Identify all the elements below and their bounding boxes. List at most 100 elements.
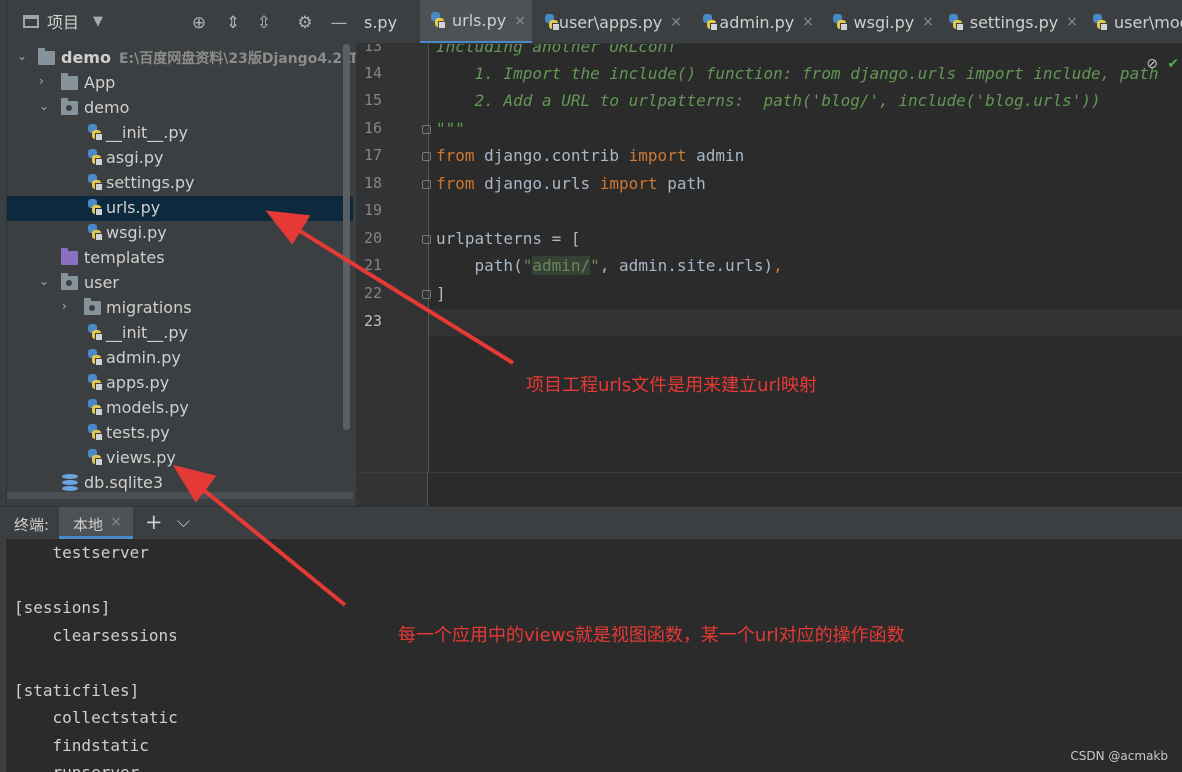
close-icon[interactable]: × [110,514,122,530]
tree-vertical-scrollbar[interactable] [343,44,350,430]
code-text: django.urls [474,174,600,193]
chevron-right-icon[interactable]: › [39,74,51,88]
folder-icon [38,48,55,65]
locate-icon[interactable]: ⊕ [190,14,208,32]
hide-icon[interactable]: — [330,14,348,32]
tree-item-file[interactable]: wsgi.py [7,221,353,246]
close-icon[interactable]: × [802,14,814,30]
string-literal: " [522,256,533,275]
code-text: django.contrib [474,146,629,165]
tree-item-templates[interactable]: templates [7,246,353,271]
code-editor[interactable]: 13 Including another URLconf 14 1. Impor… [356,44,1182,472]
code-line: 22 ] [356,281,1182,308]
tab-wsgi-py[interactable]: wsgi.py × [822,0,934,43]
project-path: E:\百度网盘资料\23版Django4.2LTS [118,51,369,67]
code-text: 1. Import the include() function: from d… [436,64,1159,83]
tab-label: settings.py [969,12,1059,32]
tree-item-app[interactable]: › App [7,71,353,96]
line-number: 21 [363,256,382,274]
annotation-views: 每一个应用中的views就是视图函数，某一个url对应的操作函数 [398,625,905,646]
python-file-icon [87,324,103,341]
tab-user-apps-py[interactable]: user\apps.py × [534,0,682,43]
fold-icon[interactable] [422,125,431,134]
string-literal: admin/ [532,256,591,275]
close-icon[interactable]: × [514,13,526,29]
keyword: import [599,174,658,193]
terminal-line: [staticfiles] [14,681,140,700]
chevron-right-icon[interactable]: › [62,299,74,313]
tree-item-file[interactable]: apps.py [7,371,353,396]
tab-urls-py[interactable]: urls.py × [420,0,532,43]
python-file-icon [87,374,103,391]
collapse-all-icon[interactable]: ⇳ [255,14,273,32]
tree-item-label: user [84,273,119,292]
chevron-down-icon[interactable]: ⌄ [39,274,51,288]
tree-item-file[interactable]: asgi.py [7,146,353,171]
tab-label: user\apps.py [558,12,663,32]
fold-icon[interactable] [422,152,431,161]
close-icon[interactable]: × [670,14,682,30]
tab-admin-py[interactable]: admin.py × [692,0,814,43]
code-text: ] [436,284,446,303]
python-file-icon [87,149,103,166]
terminal-output[interactable]: testserver [sessions] clearsessions [sta… [0,539,1182,772]
code-text: admin [686,146,745,165]
expand-all-icon[interactable]: ⇕ [224,14,242,32]
line-number: 19 [363,201,382,219]
check-icon[interactable]: ✔ [1167,56,1179,72]
chevron-down-icon[interactable]: ▼ [93,14,103,29]
tree-item-label: demo [61,48,111,67]
tree-item-label: views.py [106,448,176,467]
tree-item-demo[interactable]: ⌄ demo [7,96,353,121]
code-text: path( [436,256,523,275]
terminal-tab-local[interactable]: 本地 × [59,507,133,539]
tree-item-file[interactable]: settings.py [7,171,353,196]
python-file-icon [544,13,560,31]
tree-item-file[interactable]: views.py [7,446,353,471]
fold-icon[interactable] [422,180,431,189]
tree-item-label: wsgi.py [106,223,167,242]
tree-item-label: asgi.py [106,148,164,167]
tab-settings-py[interactable]: settings.py × [938,0,1078,43]
python-file-icon [87,124,103,141]
chevron-down-icon[interactable]: ⌄ [39,99,51,113]
line-number: 16 [363,119,382,137]
tree-item-migrations[interactable]: › migrations [7,296,353,321]
reader-mode-icon[interactable]: ⊘ [1146,56,1158,72]
chevron-down-icon[interactable]: ⌄ [17,49,29,63]
tree-item-file[interactable]: tests.py [7,421,353,446]
tab-s-py[interactable]: s.py [356,0,418,43]
tree-item-file[interactable]: admin.py [7,346,353,371]
tab-user-models-py[interactable]: user\mod [1082,0,1182,43]
templates-folder-icon [61,248,78,265]
python-file-icon [87,399,103,416]
add-icon[interactable]: + [145,510,163,534]
annotation-urls: 项目工程urls文件是用来建立url映射 [526,375,817,396]
close-icon[interactable]: × [1066,14,1078,30]
terminal-line: runserver [14,763,140,772]
code-text: path [657,174,706,193]
code-text: urlpatterns = [ [436,229,581,248]
tree-item-root[interactable]: ⌄ demo E:\百度网盘资料\23版Django4.2LTS [7,46,368,71]
tab-label: user\mod [1114,12,1182,32]
python-file-icon [87,349,103,366]
tree-item-file-selected[interactable]: urls.py [7,196,353,221]
tree-item-file[interactable]: models.py [7,396,353,421]
line-number: 20 [363,229,382,247]
tree-horizontal-scrollbar[interactable] [7,492,353,499]
chevron-down-icon[interactable]: ⌵ [177,512,190,532]
close-icon[interactable]: × [922,14,934,30]
code-line: 13 Including another URLconf [356,44,1182,61]
package-icon [84,298,101,315]
fold-icon[interactable] [422,290,431,299]
tab-label: wsgi.py [853,12,915,32]
gear-icon[interactable]: ⚙ [296,14,314,32]
keyword: from [436,146,475,165]
code-text: """ [436,119,465,138]
fold-icon[interactable] [422,235,431,244]
tree-item-file[interactable]: __init__.py [7,121,353,146]
tree-item-user[interactable]: ⌄ user [7,271,353,296]
tree-item-file[interactable]: __init__.py [7,321,353,346]
python-file-icon [430,12,446,29]
terminal-line: findstatic [14,736,149,755]
